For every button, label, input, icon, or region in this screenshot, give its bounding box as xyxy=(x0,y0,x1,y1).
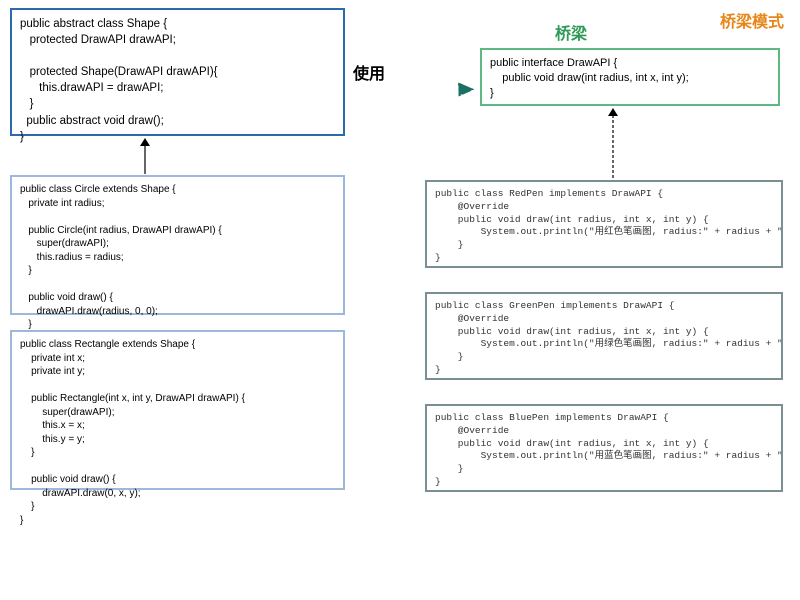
shape-class-box: public abstract class Shape { protected … xyxy=(10,8,345,136)
implement-arrow-icon xyxy=(603,108,623,178)
rectangle-class-box: public class Rectangle extends Shape { p… xyxy=(10,330,345,490)
drawapi-interface-box: public interface DrawAPI { public void d… xyxy=(480,48,780,106)
circle-class-box: public class Circle extends Shape { priv… xyxy=(10,175,345,315)
bridge-label: 桥梁 xyxy=(555,20,587,44)
use-arrow-icon xyxy=(352,80,474,98)
greenpen-class-box: public class GreenPen implements DrawAPI… xyxy=(425,292,783,380)
inherit-arrow-icon xyxy=(135,138,155,174)
bluepen-class-box: public class BluePen implements DrawAPI … xyxy=(425,404,783,492)
diagram-title: 桥梁模式 xyxy=(720,8,784,32)
redpen-class-box: public class RedPen implements DrawAPI {… xyxy=(425,180,783,268)
